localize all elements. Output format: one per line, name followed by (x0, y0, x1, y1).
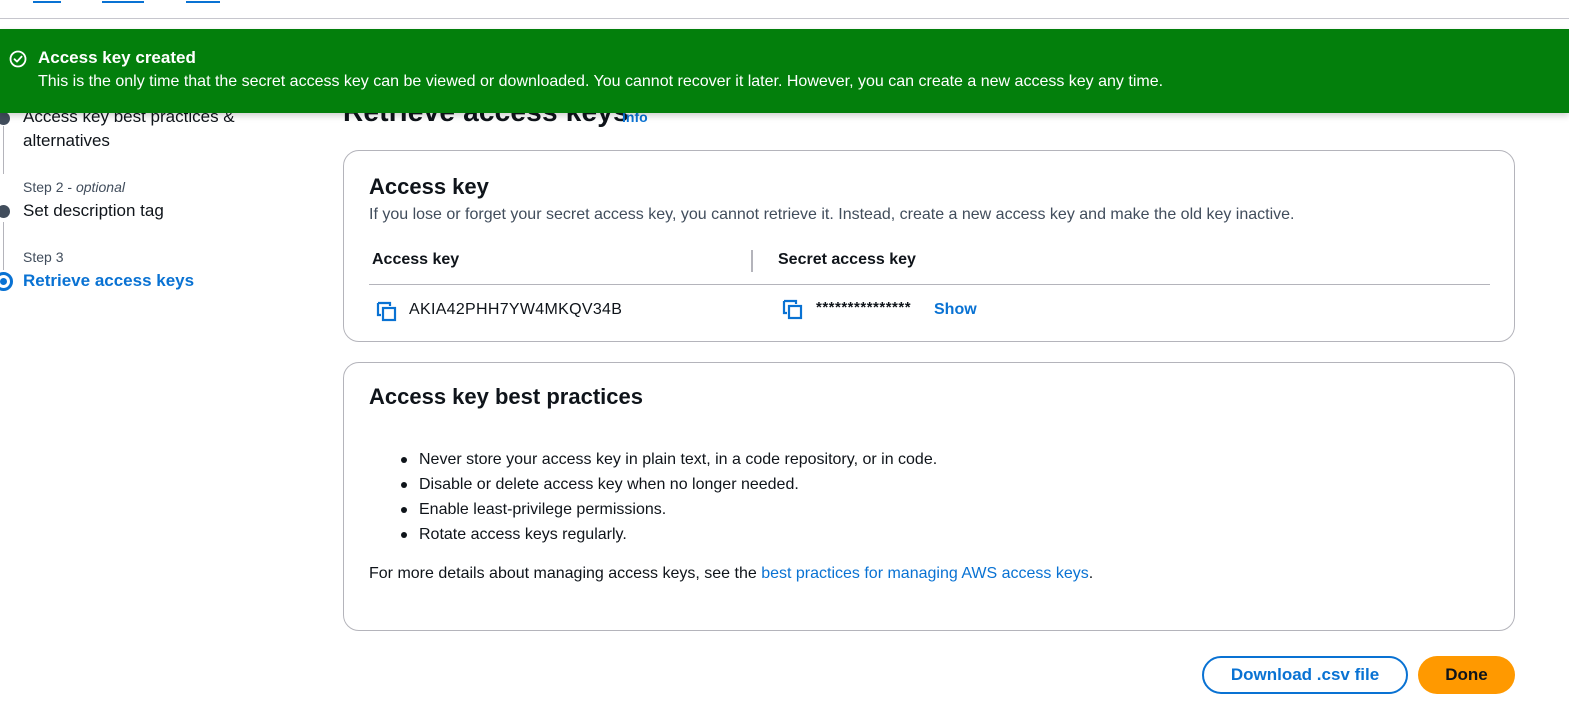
copy-icon[interactable] (782, 299, 804, 321)
step-2-label[interactable]: Set description tag (23, 199, 164, 223)
list-item: Disable or delete access key when no lon… (401, 472, 937, 497)
breadcrumb-link-3[interactable] (186, 0, 220, 3)
secret-key-masked: *************** (816, 299, 912, 316)
best-practices-container: Access key best practices Never store yo… (343, 362, 1515, 631)
step-3-number: Step 3 (23, 249, 64, 265)
list-item: Rotate access keys regularly. (401, 522, 937, 547)
header-divider (369, 284, 1490, 285)
best-practices-heading: Access key best practices (369, 384, 643, 409)
access-key-column-header: Access key (372, 251, 460, 268)
access-key-heading: Access key (369, 174, 489, 199)
step-3-label: Retrieve access keys (23, 271, 195, 290)
step-2-marker (0, 205, 10, 218)
column-divider (751, 250, 753, 272)
breadcrumb-link-2[interactable] (102, 0, 144, 3)
success-flash-banner: Access key created This is the only time… (0, 29, 1569, 113)
breadcrumb-link-1[interactable] (33, 0, 61, 3)
copy-icon[interactable] (376, 301, 398, 323)
breadcrumb-bar (0, 0, 1569, 19)
step-2-number: Step 2 - optional (23, 179, 125, 195)
best-practices-link[interactable]: best practices for managing AWS access k… (761, 565, 1089, 582)
done-button[interactable]: Done (1418, 656, 1515, 694)
best-practices-list: Never store your access key in plain tex… (401, 447, 937, 547)
flash-message: This is the only time that the secret ac… (38, 73, 1164, 90)
access-key-value: AKIA42PHH7YW4MKQV34B (409, 301, 623, 318)
step-1-marker (0, 112, 10, 125)
flash-title: Access key created (38, 48, 196, 67)
list-item: Enable least-privilege permissions. (401, 497, 937, 522)
step-connector (3, 222, 4, 270)
show-secret-link[interactable]: Show (934, 301, 977, 319)
access-key-description: If you lose or forget your secret access… (369, 206, 1295, 223)
access-key-container: Access key If you lose or forget your se… (343, 150, 1515, 342)
step-connector (3, 126, 4, 174)
check-circle-icon (9, 50, 27, 68)
secret-key-column-header: Secret access key (778, 251, 916, 268)
download-csv-button[interactable]: Download .csv file (1202, 656, 1408, 694)
step-3-marker (0, 272, 13, 291)
best-practices-footer: For more details about managing access k… (369, 565, 1094, 582)
list-item: Never store your access key in plain tex… (401, 447, 937, 472)
